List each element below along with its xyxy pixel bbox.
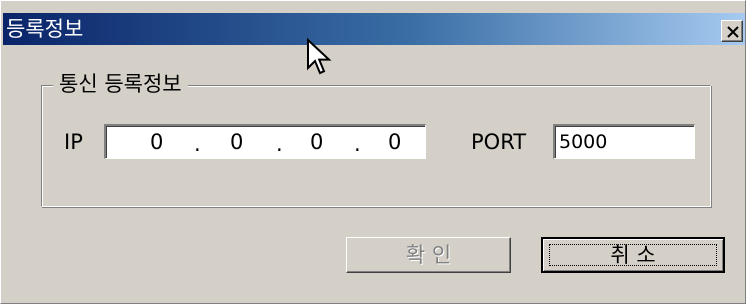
port-input[interactable] xyxy=(553,124,695,159)
close-icon xyxy=(727,26,739,38)
ip-separator: . xyxy=(194,132,201,156)
close-button[interactable] xyxy=(721,20,743,42)
ip-label: IP xyxy=(64,130,83,154)
group-legend: 통신 등록정보 xyxy=(53,69,188,99)
ok-button[interactable]: 확 인 xyxy=(346,237,511,273)
ip-octet-2[interactable]: 0 xyxy=(230,129,243,155)
mouse-pointer-icon xyxy=(307,38,332,75)
cancel-button[interactable]: 취 소 xyxy=(541,237,725,273)
port-label: PORT xyxy=(471,130,527,154)
ip-octet-1[interactable]: 0 xyxy=(150,129,163,155)
ip-address-input[interactable]: 0 . 0 . 0 . 0 xyxy=(104,124,426,159)
title-bar[interactable]: 등록정보 xyxy=(3,13,745,45)
ip-separator: . xyxy=(276,132,283,156)
dialog-window: 등록정보 통신 등록정보 IP 0 . 0 . 0 . 0 PORT 확 인 취… xyxy=(0,0,746,304)
ip-octet-4[interactable]: 0 xyxy=(388,129,401,155)
ip-separator: . xyxy=(354,132,361,156)
window-title: 등록정보 xyxy=(6,17,84,41)
cancel-button-label: 취 소 xyxy=(610,243,656,267)
ip-octet-3[interactable]: 0 xyxy=(310,129,323,155)
